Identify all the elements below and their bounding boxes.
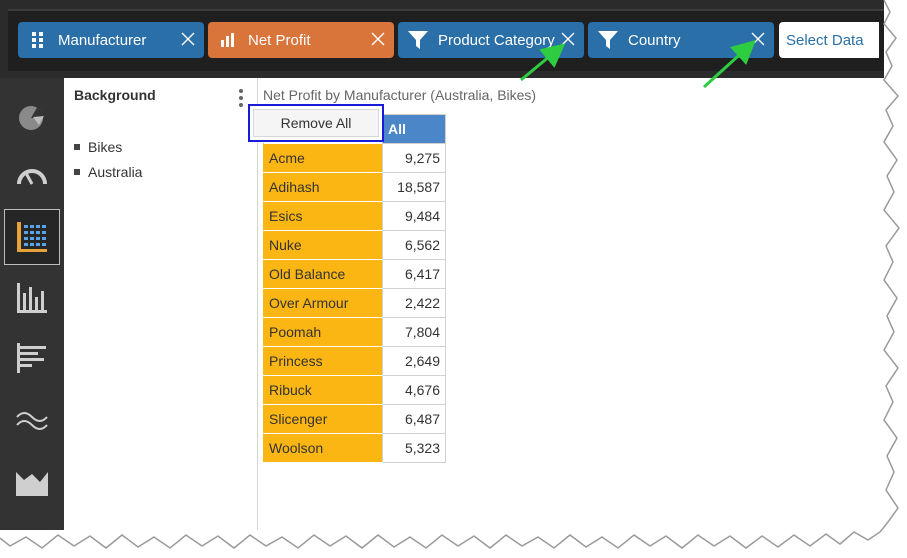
torn-edge-decoration — [0, 0, 907, 558]
